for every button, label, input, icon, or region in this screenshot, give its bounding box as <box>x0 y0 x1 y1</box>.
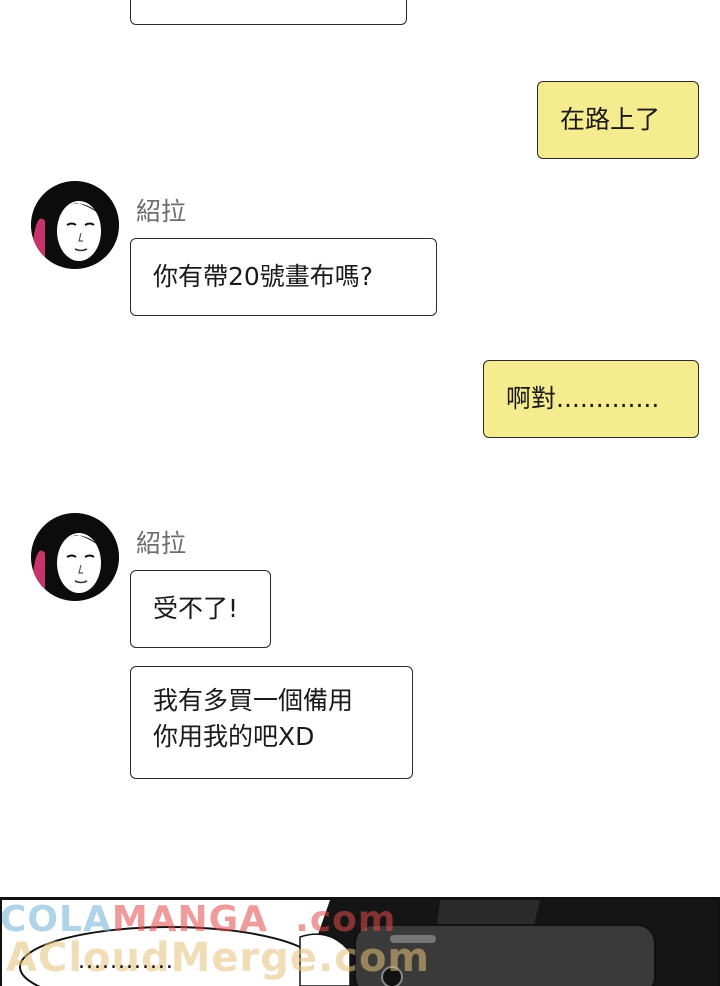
watermark-bottom: ACloudMerge.com <box>6 935 431 981</box>
sender-name: 紹拉 <box>136 197 187 226</box>
avatar <box>31 513 119 601</box>
speech-text: ............ <box>78 949 174 974</box>
received-message-bubble: 我有多買一個備用 你用我的吧XD <box>130 666 413 779</box>
received-message-bubble: 你有帶20號畫布嗎? <box>130 238 437 316</box>
avatar-portrait-icon <box>31 181 119 269</box>
sent-message-bubble: 啊對............. <box>483 360 699 438</box>
received-message-bubble: 受不了! <box>130 570 271 648</box>
watermark-top: COLAMANGA .com <box>0 899 396 940</box>
watermark-part: .com <box>295 899 397 940</box>
sent-message-bubble: 在路上了 <box>537 81 699 159</box>
sender-name: 紹拉 <box>136 529 187 558</box>
previous-message-bubble <box>130 0 407 25</box>
next-panel: COLAMANGA .com ACloudMerge.com .........… <box>0 897 720 986</box>
message-line: 我有多買一個備用 <box>153 686 354 715</box>
avatar <box>31 181 119 269</box>
message-text: 你有帶20號畫布嗎? <box>153 262 374 291</box>
watermark-part: MANGA <box>111 899 269 940</box>
message-text: 在路上了 <box>560 105 661 134</box>
message-text: 受不了! <box>153 594 239 623</box>
message-text: 啊對............. <box>506 384 660 413</box>
watermark-part: COLA <box>0 899 112 940</box>
message-line: 你用我的吧XD <box>153 722 315 751</box>
avatar-portrait-icon <box>31 513 119 601</box>
